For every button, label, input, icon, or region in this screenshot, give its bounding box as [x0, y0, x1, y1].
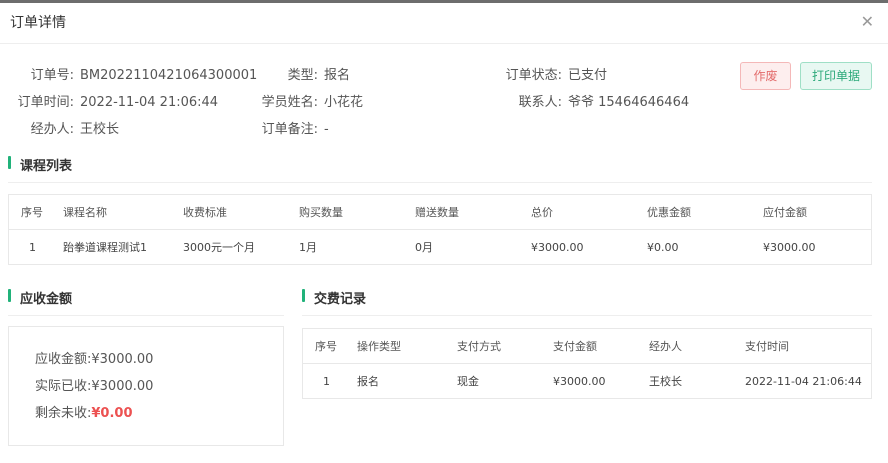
- contact-value: 爷爷 15464646464: [568, 95, 690, 110]
- title-divider: [0, 43, 888, 44]
- order-time-field: 订单时间: 2022-11-04 21:06:44: [16, 91, 218, 110]
- col-header: 支付时间: [733, 329, 871, 364]
- col-header: 课程名称: [51, 195, 171, 230]
- status-value: 已支付: [568, 68, 608, 83]
- print-receipt-button[interactable]: 打印单据: [800, 62, 872, 90]
- table-cell: ¥3000.00: [553, 374, 606, 388]
- order-time-label: 订单时间:: [17, 95, 74, 110]
- type-field: 类型: 报名: [260, 64, 350, 83]
- order-no-value: BM2022110421064300001: [80, 68, 258, 83]
- course-table: 序号 课程名称 收费标准 购买数量 赠送数量 总价 优惠金额 应付金额 1 跆拳…: [8, 194, 872, 265]
- receivable-divider: [8, 315, 284, 316]
- student-value: 小花花: [324, 95, 364, 110]
- table-cell: 3000元一个月: [183, 241, 255, 254]
- amount-due-value: ¥3000.00: [91, 352, 154, 367]
- table-cell: 报名: [357, 375, 379, 388]
- contact-label: 联系人:: [518, 95, 562, 110]
- table-cell: 王校长: [649, 375, 682, 388]
- payment-records-divider: [302, 315, 872, 316]
- col-header: 操作类型: [345, 329, 445, 364]
- receivable-title: 应收金额: [8, 288, 72, 307]
- remark-value: -: [324, 122, 329, 137]
- course-table-header: 序号 课程名称 收费标准 购买数量 赠送数量 总价 优惠金额 应付金额: [9, 195, 871, 230]
- table-cell: 0月: [415, 241, 433, 254]
- type-value: 报名: [324, 68, 351, 83]
- amount-remaining-line: 剩余未收:¥0.00: [35, 402, 133, 421]
- receivable-box: 应收金额:¥3000.00 实际已收:¥3000.00 剩余未收:¥0.00: [8, 326, 284, 446]
- col-header: 总价: [519, 195, 635, 230]
- handler-field: 经办人: 王校长: [16, 118, 119, 137]
- col-header: 支付方式: [445, 329, 541, 364]
- payment-table-header: 序号 操作类型 支付方式 支付金额 经办人 支付时间: [303, 329, 871, 364]
- amount-paid-label: 实际已收:: [35, 379, 92, 394]
- remark-field: 订单备注: -: [260, 118, 329, 137]
- remark-label: 订单备注:: [261, 122, 318, 137]
- col-header: 应付金额: [751, 195, 871, 230]
- amount-paid-line: 实际已收:¥3000.00: [35, 375, 153, 394]
- table-cell: 现金: [457, 375, 479, 388]
- course-list-divider: [8, 182, 872, 183]
- table-cell: 2022-11-04 21:06:44: [745, 374, 862, 388]
- handler-value: 王校长: [80, 122, 120, 137]
- col-header: 购买数量: [287, 195, 403, 230]
- course-list-title: 课程列表: [8, 155, 72, 174]
- col-header: 支付金额: [541, 329, 637, 364]
- table-cell: ¥3000.00: [763, 240, 816, 254]
- col-header: 经办人: [637, 329, 733, 364]
- amount-remaining-label: 剩余未收:: [35, 406, 92, 421]
- contact-field: 联系人: 爷爷 15464646464: [500, 91, 690, 110]
- table-row: 1 报名 现金 ¥3000.00 王校长 2022-11-04 21:06:44: [303, 364, 871, 399]
- student-field: 学员姓名: 小花花: [260, 91, 363, 110]
- status-field: 订单状态: 已支付: [500, 64, 607, 83]
- order-no-label: 订单号:: [30, 68, 74, 83]
- student-label: 学员姓名:: [261, 95, 318, 110]
- table-cell: 1: [29, 240, 36, 254]
- table-cell: 1: [323, 374, 330, 388]
- table-cell: ¥3000.00: [531, 240, 584, 254]
- payment-records-title: 交费记录: [302, 288, 366, 307]
- table-cell: 1月: [299, 241, 317, 254]
- status-label: 订单状态:: [505, 68, 562, 83]
- table-row: 1 跆拳道课程测试1 3000元一个月 1月 0月 ¥3000.00 ¥0.00…: [9, 230, 871, 265]
- amount-due-line: 应收金额:¥3000.00: [35, 348, 153, 367]
- table-cell: 跆拳道课程测试1: [63, 241, 147, 254]
- col-header: 优惠金额: [635, 195, 751, 230]
- col-header: 序号: [303, 329, 345, 364]
- order-time-value: 2022-11-04 21:06:44: [80, 95, 219, 110]
- amount-paid-value: ¥3000.00: [91, 379, 154, 394]
- order-no-field: 订单号: BM2022110421064300001: [16, 64, 258, 83]
- window-top-strip: [0, 0, 888, 3]
- col-header: 赠送数量: [403, 195, 519, 230]
- table-cell: ¥0.00: [647, 240, 679, 254]
- payment-table: 序号 操作类型 支付方式 支付金额 经办人 支付时间 1 报名 现金 ¥3000…: [302, 328, 872, 399]
- close-icon[interactable]: ✕: [861, 14, 874, 30]
- amount-remaining-value: ¥0.00: [91, 406, 133, 421]
- void-button[interactable]: 作废: [740, 62, 791, 90]
- col-header: 收费标准: [171, 195, 287, 230]
- handler-label: 经办人:: [30, 122, 74, 137]
- type-label: 类型:: [287, 68, 318, 83]
- dialog-title: 订单详情: [10, 15, 66, 31]
- col-header: 序号: [9, 195, 51, 230]
- amount-due-label: 应收金额:: [35, 352, 92, 367]
